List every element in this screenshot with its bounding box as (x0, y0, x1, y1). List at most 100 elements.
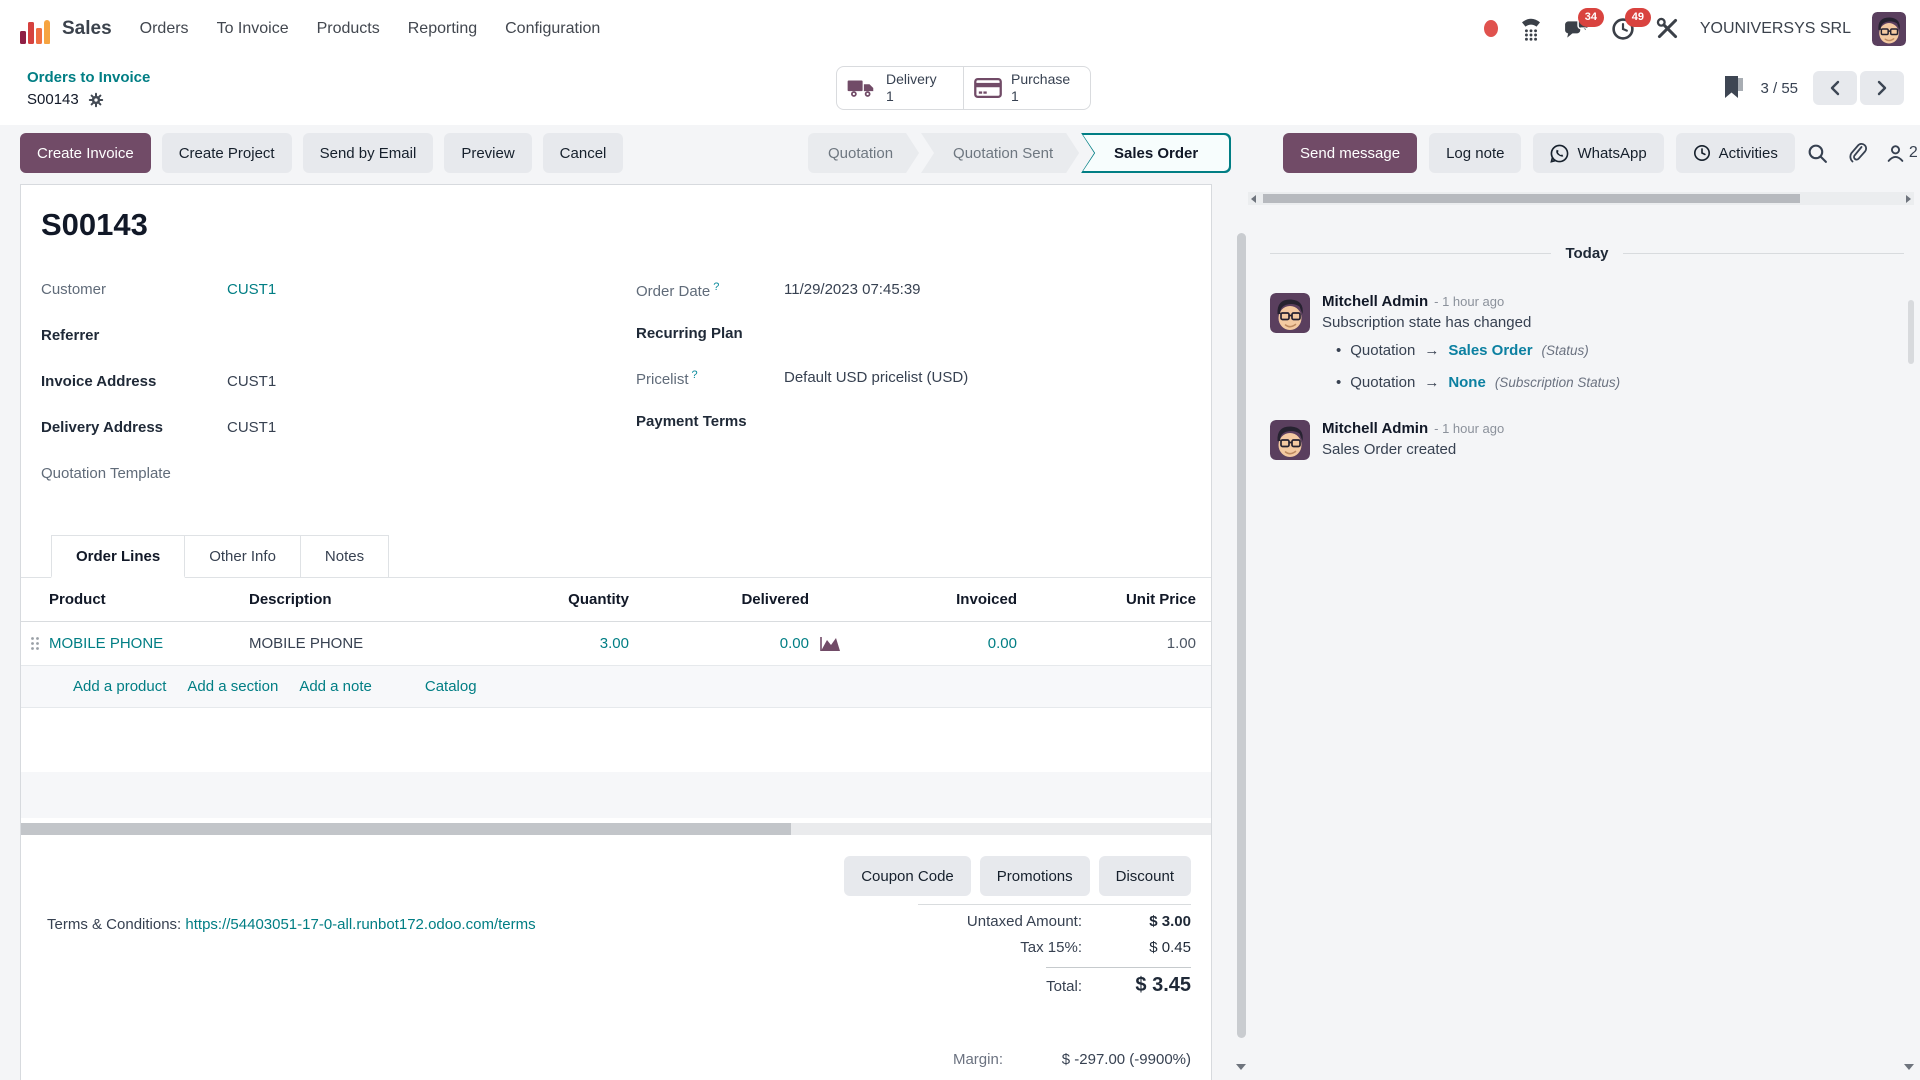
debug-tools-icon[interactable] (1656, 17, 1679, 40)
col-description[interactable]: Description (249, 591, 419, 608)
promotions-button[interactable]: Promotions (980, 856, 1090, 896)
cell-unit-price[interactable]: 1.00 (1017, 635, 1196, 652)
avatar[interactable] (1270, 420, 1310, 460)
drag-handle-icon[interactable] (21, 636, 49, 651)
message-author[interactable]: Mitchell Admin (1322, 420, 1428, 437)
purchase-label: Purchase (1011, 71, 1070, 89)
col-unit-price[interactable]: Unit Price (1017, 591, 1196, 608)
whatsapp-button[interactable]: WhatsApp (1533, 133, 1663, 173)
chatter-message: Mitchell Admin - 1 hour ago Subscription… (1270, 293, 1904, 406)
forecast-chart-icon[interactable] (819, 635, 843, 652)
avatar[interactable] (1270, 293, 1310, 333)
cell-delivered[interactable]: 0.00 (629, 635, 809, 652)
invoice-address-value[interactable]: CUST1 (227, 373, 276, 390)
user-avatar[interactable] (1872, 12, 1906, 46)
field-payment-terms: Payment Terms (636, 413, 1196, 457)
search-messages-icon[interactable] (1807, 143, 1828, 164)
table-row[interactable]: MOBILE PHONE MOBILE PHONE 3.00 0.00 0.00… (21, 622, 1211, 666)
scroll-right-arrow[interactable] (1906, 195, 1911, 203)
discount-button[interactable]: Discount (1099, 856, 1191, 896)
activities-clock-icon[interactable]: 49 (1611, 17, 1635, 41)
pager-next-button[interactable] (1860, 71, 1904, 105)
messages-icon[interactable]: 34 (1564, 17, 1590, 41)
cancel-button[interactable]: Cancel (543, 133, 624, 173)
hscroll-thumb[interactable] (21, 823, 791, 835)
gear-icon[interactable] (88, 92, 104, 108)
attachments-icon[interactable] (1847, 142, 1867, 164)
tax-row: Tax 15%: $ 0.45 (967, 939, 1191, 956)
send-message-button[interactable]: Send message (1283, 133, 1417, 173)
pager-previous-button[interactable] (1813, 71, 1857, 105)
chatter-vertical-scrollbar[interactable] (1908, 300, 1914, 364)
customer-value[interactable]: CUST1 (227, 281, 276, 298)
status-step-quotation-sent[interactable]: Quotation Sent (921, 133, 1079, 173)
delivery-label: Delivery (886, 71, 937, 89)
order-title: S00143 (41, 207, 148, 243)
order-date-value[interactable]: 11/29/2023 07:45:39 (784, 281, 921, 298)
cell-quantity[interactable]: 3.00 (419, 635, 629, 652)
totals-block: Untaxed Amount: $ 3.00 Tax 15%: $ 0.45 T… (967, 913, 1191, 1006)
col-product[interactable]: Product (49, 591, 249, 608)
create-project-button[interactable]: Create Project (162, 133, 292, 173)
followers-button[interactable]: 2 (1886, 144, 1918, 163)
terms-link[interactable]: https://54403051-17-0-all.runbot172.odoo… (185, 916, 535, 933)
navbar: Sales Orders To Invoice Products Reporti… (0, 0, 1920, 57)
scroll-down-arrow[interactable] (1904, 1064, 1914, 1070)
activities-button[interactable]: Activities (1676, 133, 1795, 173)
bookmark-icon[interactable] (1723, 76, 1745, 100)
menu-to-invoice[interactable]: To Invoice (217, 20, 289, 38)
scroll-down-arrow[interactable] (1236, 1064, 1246, 1070)
menu-orders[interactable]: Orders (140, 20, 189, 38)
add-note-link[interactable]: Add a note (299, 678, 372, 695)
send-by-email-button[interactable]: Send by Email (303, 133, 434, 173)
tax-value: $ 0.45 (1096, 939, 1191, 956)
app-name[interactable]: Sales (62, 18, 112, 40)
status-step-quotation[interactable]: Quotation (808, 133, 919, 173)
col-delivered[interactable]: Delivered (629, 591, 809, 608)
delivery-smart-button[interactable]: Delivery 1 (836, 66, 964, 110)
cell-product[interactable]: MOBILE PHONE (49, 635, 249, 652)
order-date-label: Order Date? (636, 281, 784, 300)
create-invoice-button[interactable]: Create Invoice (20, 133, 151, 173)
customer-label: Customer (41, 281, 227, 298)
coupon-code-button[interactable]: Coupon Code (844, 856, 971, 896)
app-logo-icon[interactable] (20, 14, 50, 44)
list-footer-links: Add a product Add a section Add a note C… (21, 666, 1211, 708)
message-author[interactable]: Mitchell Admin (1322, 293, 1428, 310)
col-quantity[interactable]: Quantity (419, 591, 629, 608)
add-section-link[interactable]: Add a section (187, 678, 278, 695)
breadcrumb-parent[interactable]: Orders to Invoice (27, 69, 150, 86)
delivery-address-value[interactable]: CUST1 (227, 419, 276, 436)
company-name[interactable]: YOUNIVERSYS SRL (1700, 20, 1851, 38)
phone-icon[interactable] (1519, 17, 1543, 41)
nav-menus: Orders To Invoice Products Reporting Con… (140, 20, 601, 38)
purchase-smart-button[interactable]: Purchase 1 (963, 66, 1091, 110)
tab-notes[interactable]: Notes (300, 535, 389, 577)
main-vertical-scrollbar[interactable] (1237, 233, 1246, 1038)
help-icon[interactable]: ? (713, 281, 719, 293)
scroll-left-arrow[interactable] (1251, 195, 1256, 203)
action-buttons: Create Invoice Create Project Send by Em… (20, 133, 623, 173)
form-fields-right: Order Date? 11/29/2023 07:45:39 Recurrin… (636, 281, 1196, 457)
status-step-sales-order[interactable]: Sales Order (1081, 133, 1231, 173)
tab-order-lines[interactable]: Order Lines (51, 535, 185, 578)
chatter-feed: Today Mitchell Admin - 1 hour ago Subscr… (1270, 184, 1904, 460)
table-header-row: Product Description Quantity Delivered I… (21, 578, 1211, 622)
pricelist-value[interactable]: Default USD pricelist (USD) (784, 369, 968, 386)
help-icon[interactable]: ? (692, 369, 698, 381)
catalog-link[interactable]: Catalog (425, 678, 477, 695)
log-note-button[interactable]: Log note (1429, 133, 1521, 173)
chatter-message: Mitchell Admin - 1 hour ago Sales Order … (1270, 420, 1904, 460)
preview-button[interactable]: Preview (444, 133, 531, 173)
tab-other-info[interactable]: Other Info (184, 535, 301, 577)
menu-products[interactable]: Products (317, 20, 380, 38)
purchase-count: 1 (1011, 88, 1070, 106)
menu-configuration[interactable]: Configuration (505, 20, 600, 38)
col-invoiced[interactable]: Invoiced (809, 591, 1017, 608)
menu-reporting[interactable]: Reporting (408, 20, 477, 38)
total-value: $ 3.45 (1096, 974, 1191, 997)
arrow-right-icon: → (1424, 342, 1439, 359)
cell-description[interactable]: MOBILE PHONE (249, 635, 419, 652)
add-product-link[interactable]: Add a product (73, 678, 166, 695)
breadcrumb: Orders to Invoice S00143 (27, 69, 150, 108)
